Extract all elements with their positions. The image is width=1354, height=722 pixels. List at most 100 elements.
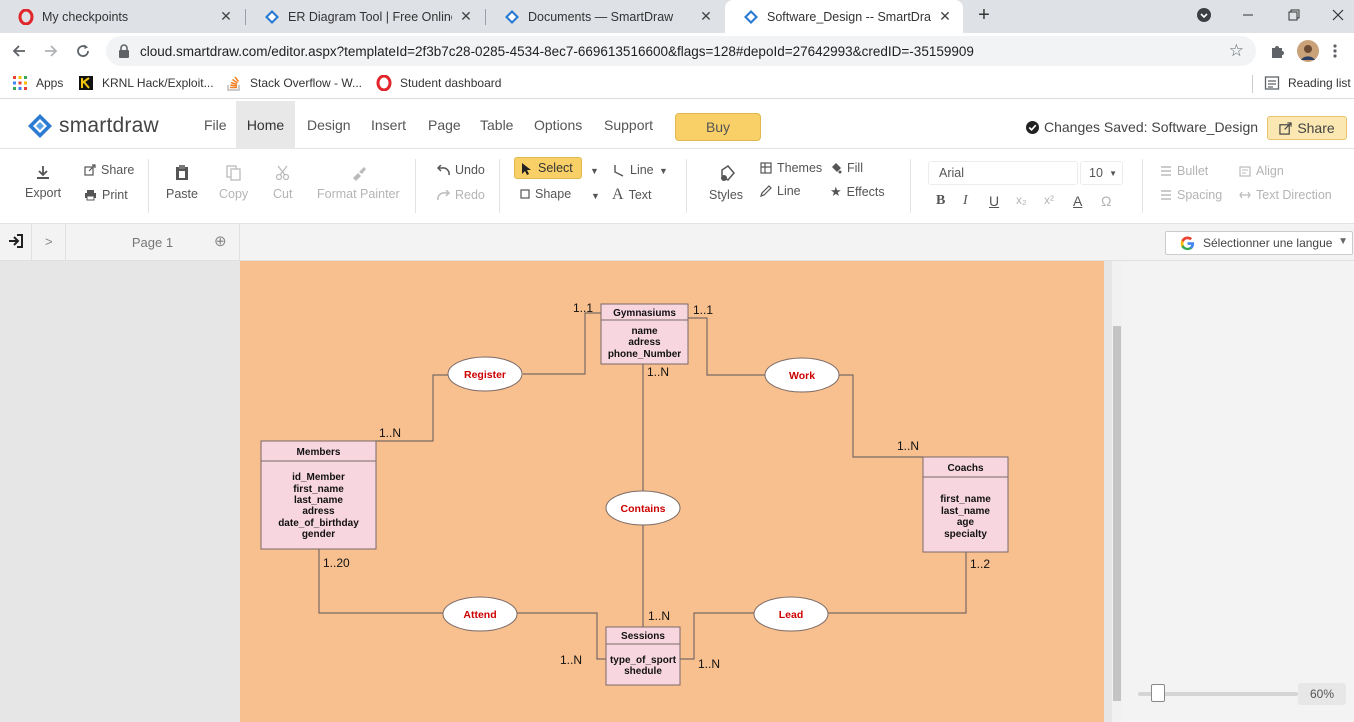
undo-button[interactable]: Undo	[437, 163, 485, 177]
bullet-button[interactable]: Bullet	[1160, 164, 1208, 178]
symbol-button[interactable]: Ω	[1101, 193, 1111, 209]
close-icon[interactable]: ✕	[458, 8, 474, 25]
underline-button[interactable]: U	[989, 193, 999, 209]
styles-button[interactable]: Styles	[709, 165, 743, 202]
bookmark-krnl[interactable]: KRNL Hack/Exploit...	[78, 75, 214, 91]
close-icon[interactable]: ✕	[698, 8, 714, 25]
paste-button[interactable]: Paste	[166, 165, 198, 201]
chevron-down-icon[interactable]: ▼	[591, 191, 600, 201]
browser-menu-button[interactable]	[1322, 39, 1348, 63]
relationship-lead[interactable]: Lead	[753, 596, 829, 632]
text-direction-button[interactable]: Text Direction	[1239, 188, 1332, 202]
expand-pages-button[interactable]: >	[45, 234, 53, 249]
chevron-down-icon[interactable]: ▼	[659, 166, 668, 176]
browser-tab-software-design[interactable]: Software_Design -- SmartDraw ✕	[725, 0, 963, 33]
add-page-button[interactable]: ⊕	[214, 232, 227, 250]
close-icon[interactable]: ✕	[937, 8, 953, 25]
italic-button[interactable]: I	[963, 193, 968, 209]
minimize-button[interactable]	[1226, 0, 1270, 30]
browser-tab-documents[interactable]: Documents — SmartDraw ✕	[486, 0, 724, 33]
cardinality-label: 1..1	[573, 301, 593, 315]
share-tool-button[interactable]: Share	[84, 163, 134, 177]
tab-search-button[interactable]	[1186, 0, 1222, 30]
print-button[interactable]: Print	[84, 188, 128, 202]
menu-home[interactable]: Home	[236, 101, 295, 149]
attribute: adress	[628, 337, 661, 348]
entity-coachs[interactable]: Coachs first_name last_name age specialt…	[922, 456, 1009, 553]
relationship-register[interactable]: Register	[447, 356, 523, 392]
menu-options[interactable]: Options	[524, 101, 592, 149]
attribute: last_name	[941, 506, 990, 517]
bookmark-student-dashboard[interactable]: Student dashboard	[376, 75, 501, 91]
close-window-button[interactable]	[1316, 0, 1354, 30]
tab-title: Software_Design -- SmartDraw	[767, 9, 931, 24]
close-icon[interactable]: ✕	[218, 8, 234, 25]
buy-button[interactable]: Buy	[675, 113, 761, 141]
menu-insert[interactable]: Insert	[361, 101, 416, 149]
zoom-slider-handle[interactable]	[1151, 684, 1165, 702]
connector-gym-work[interactable]	[688, 317, 765, 376]
menu-file[interactable]: File	[194, 101, 237, 149]
relationship-work[interactable]: Work	[764, 357, 840, 393]
bookmark-apps[interactable]: Apps	[12, 75, 63, 91]
font-family-select[interactable]: Arial	[928, 161, 1078, 185]
connector-gym-register[interactable]	[523, 312, 601, 375]
text-tool-button[interactable]: A Text	[612, 186, 652, 204]
format-painter-button[interactable]: Format Painter	[317, 165, 400, 201]
subscript-button[interactable]: x₂	[1016, 193, 1027, 207]
menu-design[interactable]: Design	[297, 101, 361, 149]
reload-button[interactable]	[70, 39, 96, 63]
restore-button[interactable]	[1272, 0, 1316, 30]
panel-toggle-button[interactable]	[8, 234, 23, 251]
align-button[interactable]: Align	[1239, 164, 1284, 178]
profile-button[interactable]	[1295, 39, 1321, 63]
language-select[interactable]: Sélectionner une langue ▼	[1165, 231, 1353, 255]
menu-table[interactable]: Table	[470, 101, 523, 149]
address-row: cloud.smartdraw.com/editor.aspx?template…	[0, 33, 1354, 69]
select-label: Select	[538, 161, 573, 175]
relationship-attend[interactable]: Attend	[442, 596, 518, 632]
entity-title: Coachs	[947, 463, 984, 474]
drawing-canvas[interactable]: Gymnasiums name adress phone_Number Memb…	[240, 261, 1104, 722]
connector-lead-sessions[interactable]	[680, 612, 754, 660]
menu-page[interactable]: Page	[418, 101, 471, 149]
effects-button[interactable]: ★ Effects	[830, 184, 885, 200]
relationship-contains[interactable]: Contains	[605, 490, 681, 526]
back-button[interactable]	[6, 39, 32, 63]
entity-gymnasiums[interactable]: Gymnasiums name adress phone_Number	[600, 303, 689, 365]
shape-tool-button[interactable]: Shape	[520, 187, 571, 201]
zoom-level[interactable]: 60%	[1298, 683, 1346, 705]
chevron-down-icon[interactable]: ▼	[590, 166, 599, 176]
superscript-button[interactable]: x²	[1044, 193, 1054, 207]
line-tool-button[interactable]: Line	[612, 163, 654, 177]
new-tab-button[interactable]: +	[968, 0, 1000, 30]
bold-button[interactable]: B	[936, 193, 945, 209]
entity-members[interactable]: Members id_Member first_name last_name a…	[260, 440, 377, 550]
connector-coachs-lead[interactable]	[828, 552, 967, 614]
browser-tab-er-diagram[interactable]: ER Diagram Tool | Free Online Ap ✕	[246, 0, 484, 33]
cut-button[interactable]: Cut	[273, 165, 292, 201]
themes-button[interactable]: Themes	[760, 161, 822, 175]
forward-button[interactable]	[38, 39, 64, 63]
spacing-button[interactable]: Spacing	[1160, 188, 1222, 202]
address-bar[interactable]: cloud.smartdraw.com/editor.aspx?template…	[106, 36, 1256, 66]
share-button[interactable]: Share	[1267, 116, 1347, 140]
select-tool-button[interactable]: Select	[514, 157, 582, 179]
extensions-button[interactable]	[1264, 39, 1290, 63]
copy-button[interactable]: Copy	[219, 165, 248, 201]
star-icon[interactable]: ☆	[1229, 41, 1244, 61]
bullet-label: Bullet	[1177, 164, 1209, 178]
ribbon-separator	[148, 159, 149, 213]
font-size-select[interactable]: 10 ▼	[1080, 161, 1123, 185]
line-style-button[interactable]: Line	[760, 184, 801, 198]
fill-button[interactable]: Fill	[830, 161, 863, 175]
bookmark-stack-overflow[interactable]: Stack Overflow - W...	[226, 75, 362, 91]
font-color-button[interactable]: A	[1073, 193, 1082, 209]
redo-button[interactable]: Redo	[437, 188, 485, 202]
reading-list-button[interactable]: Reading list	[1264, 75, 1351, 91]
export-button[interactable]: Export	[25, 165, 61, 200]
scrollbar-thumb[interactable]	[1113, 326, 1121, 701]
entity-sessions[interactable]: Sessions type_of_sport shedule	[605, 626, 681, 686]
menu-support[interactable]: Support	[594, 101, 663, 149]
browser-tab-my-checkpoints[interactable]: My checkpoints ✕	[0, 0, 244, 33]
